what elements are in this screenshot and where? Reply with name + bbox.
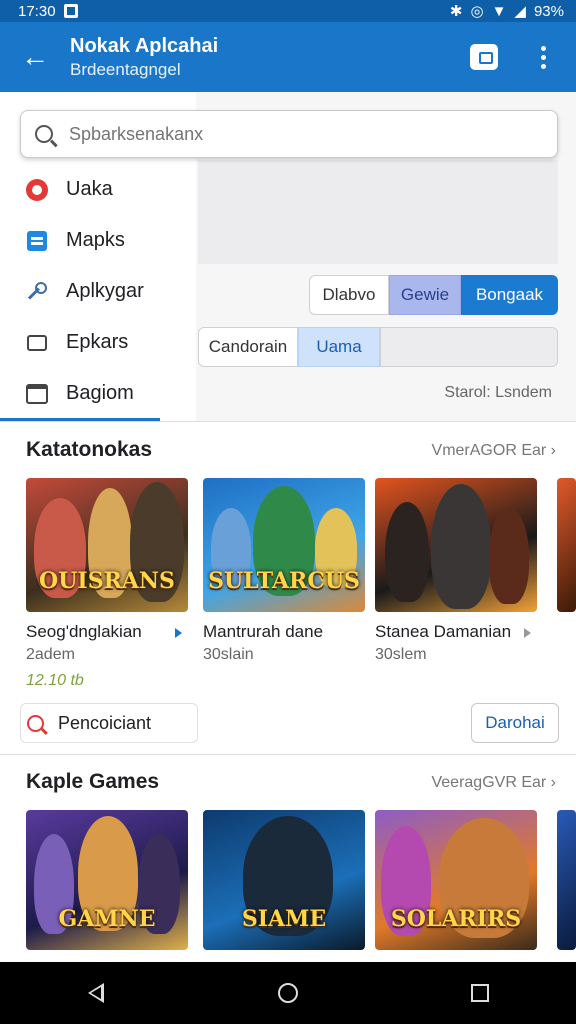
- see-more-link[interactable]: VmerAGOR Ear ›: [432, 442, 556, 460]
- menu-item-label: Mapks: [66, 229, 125, 251]
- filter-chip-candorain[interactable]: Candorain: [198, 327, 298, 367]
- store-icon: [26, 383, 48, 404]
- app-subtitle: Brdeentagngel: [70, 59, 181, 79]
- rating-text: 12.10 tb: [26, 672, 84, 689]
- recents-square-icon: [471, 984, 489, 1002]
- game-card[interactable]: SOLARIRS: [375, 810, 537, 950]
- see-more-label: VmerAGOR Ear: [431, 442, 547, 459]
- hand-icon: [27, 334, 47, 351]
- side-menu: Uaka Mapks Aplkygar Epkars Bagiom: [0, 164, 196, 419]
- game-card[interactable]: OUISRANS Seog'dnglakian 2adem: [26, 478, 188, 664]
- filter-note: Starol: Lsndem: [444, 384, 552, 401]
- section-title: Katatonokas: [26, 438, 153, 461]
- menu-item-label: Bagiom: [66, 382, 134, 404]
- filter-chip-empty[interactable]: [380, 327, 558, 367]
- search-bar[interactable]: [20, 110, 558, 158]
- see-more-link[interactable]: VeeragGVR Ear ›: [431, 774, 556, 792]
- game-art-title: OUISRANS: [39, 568, 175, 594]
- status-bar: 17:30 ✱ ◎ ▼ ◢ 93%: [0, 0, 576, 22]
- game-thumbnail: OUISRANS: [26, 478, 188, 612]
- game-art-title: SIAME: [241, 906, 327, 932]
- system-nav-bar: [0, 962, 576, 1024]
- notification-icon: [63, 4, 78, 18]
- menu-item-label: Epkars: [66, 331, 129, 353]
- menu-item-epkars[interactable]: Epkars: [0, 317, 196, 368]
- game-card[interactable]: SIAME: [203, 810, 365, 950]
- game-card-partial[interactable]: [557, 810, 576, 950]
- game-thumbnail: [557, 478, 576, 612]
- filter-chip-gewie[interactable]: Gewie: [389, 275, 461, 315]
- divider: [0, 421, 576, 422]
- chevron-right-icon: ›: [550, 774, 556, 791]
- menu-item-label: Uaka: [66, 178, 113, 200]
- menu-item-mapks[interactable]: Mapks: [0, 215, 196, 266]
- alarm-icon: ◎: [470, 3, 484, 20]
- game-name: Mantrurah dane: [203, 622, 324, 641]
- bluetooth-icon: ✱: [449, 3, 463, 20]
- game-name: Seog'dnglakian: [26, 622, 142, 641]
- menu-item-bagiom[interactable]: Bagiom: [0, 368, 196, 419]
- circle-icon: [26, 178, 48, 201]
- nav-back-button[interactable]: [76, 973, 116, 1013]
- game-art-title: SULTARCUS: [208, 568, 360, 594]
- see-more-label: VeeragGVR Ear: [431, 774, 547, 791]
- play-icon: [524, 628, 531, 638]
- more-vert-icon[interactable]: [528, 45, 558, 69]
- game-meta: 30slem: [375, 646, 427, 663]
- pencoiciant-search[interactable]: Pencoiciant: [20, 703, 198, 743]
- game-card[interactable]: Stanea Damanian 30slem: [375, 478, 537, 664]
- game-thumbnail: [557, 810, 576, 950]
- game-art-title: GAMNE: [58, 906, 156, 932]
- back-arrow-icon[interactable]: ←: [0, 41, 70, 73]
- battery-level: 93%: [533, 2, 564, 20]
- game-meta: 2adem: [26, 646, 75, 663]
- game-card[interactable]: SULTARCUS Mantrurah dane 30slain: [203, 478, 365, 664]
- chevron-right-icon: ›: [550, 442, 556, 459]
- home-circle-icon: [278, 983, 298, 1003]
- status-time: 17:30: [18, 2, 56, 20]
- play-icon: [175, 628, 182, 638]
- menu-item-uaka[interactable]: Uaka: [0, 164, 196, 215]
- key-icon: [27, 281, 47, 302]
- darohai-button[interactable]: Darohai: [471, 703, 559, 743]
- game-art-title: SOLARIRS: [390, 906, 522, 932]
- game-thumbnail: SOLARIRS: [375, 810, 537, 950]
- nav-home-button[interactable]: [268, 973, 308, 1013]
- search-icon: [27, 714, 44, 732]
- signal-icon: ◢: [514, 3, 526, 20]
- search-input[interactable]: [69, 123, 509, 145]
- search-icon: [35, 125, 53, 143]
- banner-placeholder: [198, 160, 558, 264]
- divider: [0, 754, 576, 755]
- filter-chip-dlabvo[interactable]: Dlabvo: [309, 275, 389, 315]
- game-thumbnail: [375, 478, 537, 612]
- game-card-partial[interactable]: [557, 478, 576, 612]
- game-thumbnail: SULTARCUS: [203, 478, 365, 612]
- back-triangle-icon: [88, 983, 104, 1003]
- menu-item-aplkygar[interactable]: Aplkygar: [0, 266, 196, 317]
- menu-item-label: Aplkygar: [66, 280, 144, 302]
- filter-chip-uama[interactable]: Uama: [298, 327, 380, 367]
- filter-chip-bongaak[interactable]: Bongaak: [461, 275, 558, 315]
- app-bar: ← Nokak Aplcahai Brdeentagngel: [0, 22, 576, 92]
- game-name: Stanea Damanian: [375, 622, 512, 641]
- chat-icon[interactable]: [470, 44, 498, 70]
- game-thumbnail: SIAME: [203, 810, 365, 950]
- wifi-icon: ▼: [491, 2, 507, 20]
- game-card[interactable]: GAMNE: [26, 810, 188, 950]
- nav-recents-button[interactable]: [460, 973, 500, 1013]
- card-icon: [27, 230, 47, 251]
- app-title: Nokak Aplcahai: [70, 34, 219, 57]
- search-label: Pencoiciant: [58, 712, 152, 733]
- section-title: Kaple Games: [26, 770, 160, 793]
- game-thumbnail: GAMNE: [26, 810, 188, 950]
- game-meta: 30slain: [203, 646, 254, 663]
